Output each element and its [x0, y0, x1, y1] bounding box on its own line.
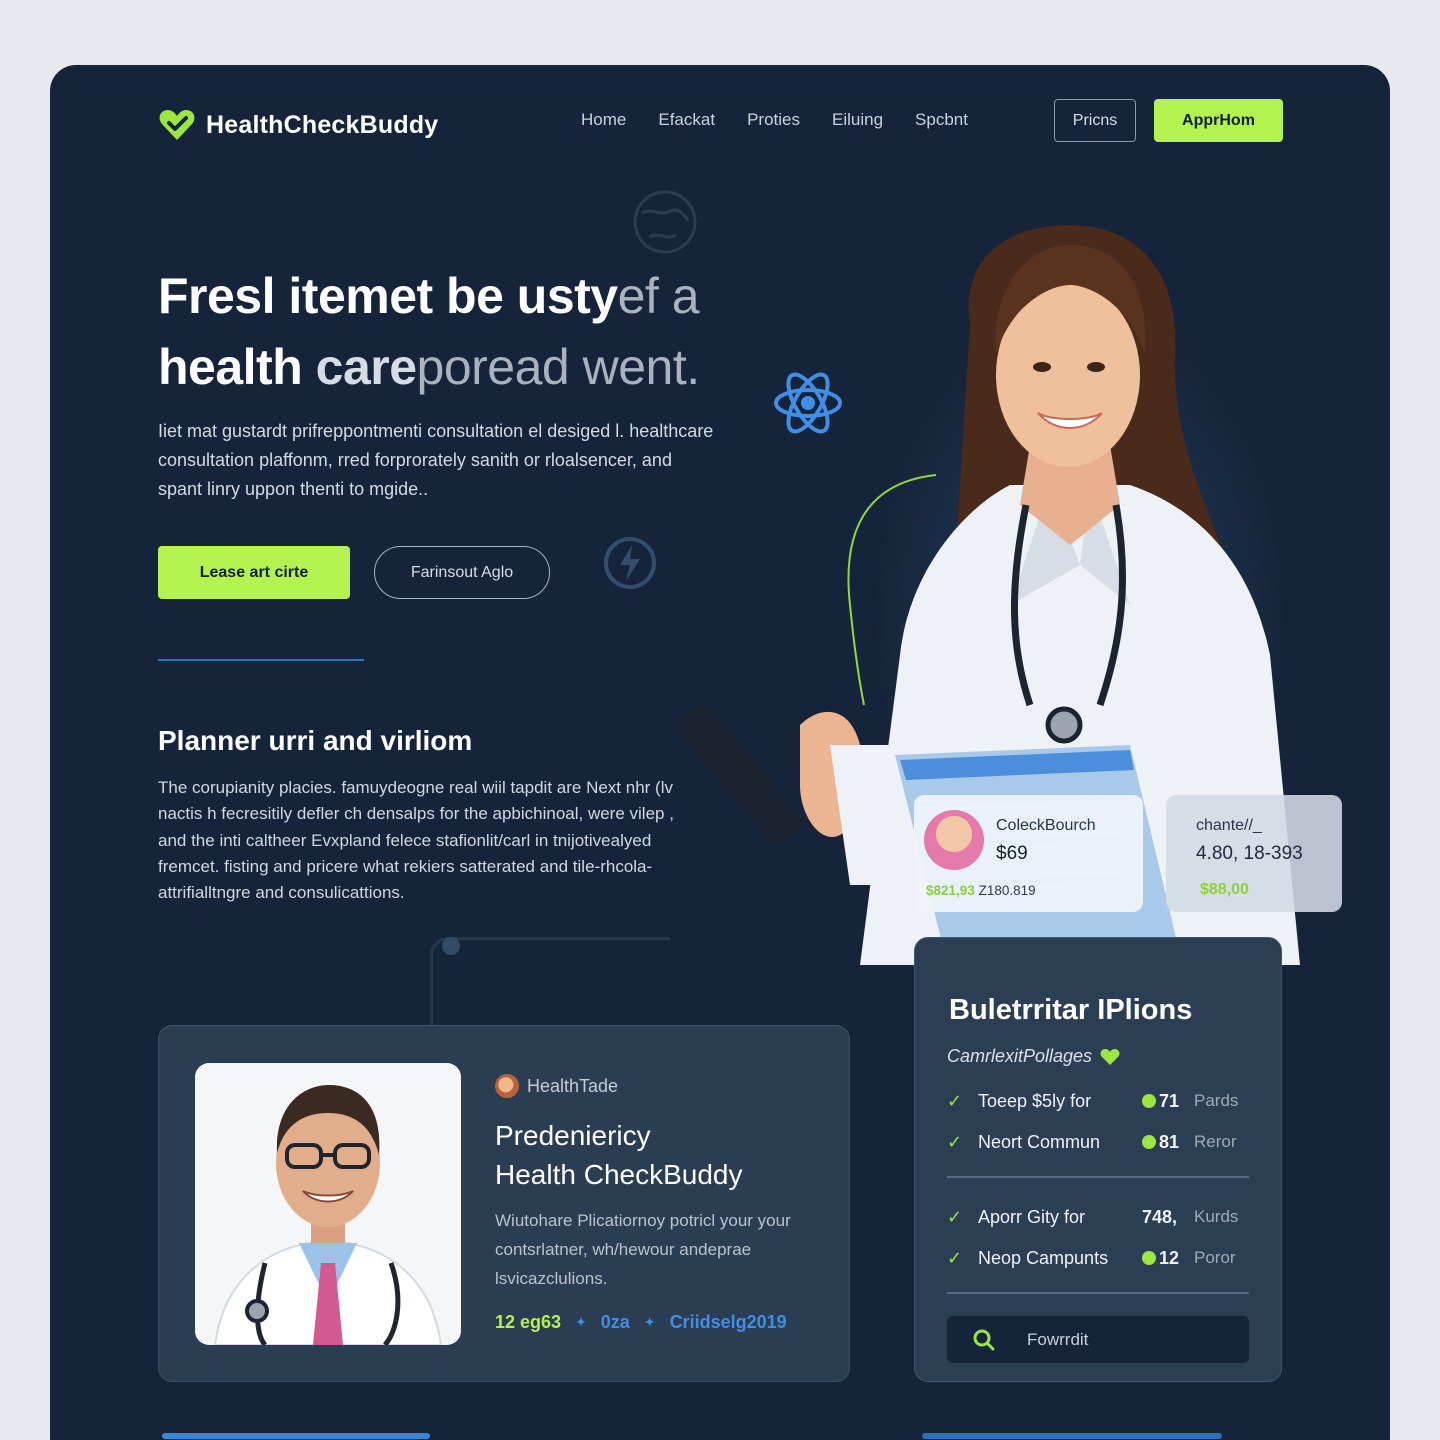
primary-cta-button[interactable]: Lease art cirte: [158, 546, 350, 599]
status-dot-icon: [1142, 1251, 1156, 1265]
plan-row-unit: Reror: [1194, 1132, 1237, 1151]
plans-subtitle-label: CamrlexitPollages: [947, 1046, 1093, 1066]
price-card-2[interactable]: chante//_ 4.80, 18-393 $88,00: [1166, 795, 1342, 912]
hero-description: Iiet mat gustardt prifreppontmenti consu…: [158, 421, 714, 499]
plans-title: Buletrritar IPlions: [949, 994, 1193, 1026]
price-card-meta: $821,93 Z180.819: [926, 883, 1036, 898]
hero-title-bold-1: Fresl itemet be usty: [158, 268, 618, 324]
page-frame: HealthCheckBuddy Home Efackat Proties Ei…: [50, 65, 1390, 1440]
plan-row-number: 81: [1142, 1132, 1190, 1153]
plan-row-number: 748,: [1142, 1207, 1190, 1228]
brand-avatar-icon: [495, 1074, 519, 1098]
doctor-photo: [195, 1063, 461, 1345]
profile-stat-3[interactable]: Criidselg2019: [670, 1312, 787, 1333]
section-title: Planner urri and virliom: [158, 725, 473, 756]
hero-title-bold-2: health: [158, 339, 316, 395]
hero-title-mid-2: care: [315, 339, 417, 395]
profile-card[interactable]: HealthTade Predeniericy Health CheckBudd…: [158, 1025, 850, 1382]
profile-description: Wiutohare Plicatiornoy potricl your your…: [495, 1211, 791, 1288]
plan-row-number-value: 748,: [1142, 1206, 1178, 1227]
price-card-name: chante//_: [1196, 817, 1262, 834]
plan-row-number-value: 81: [1159, 1131, 1180, 1152]
heart-logo-icon: [159, 110, 195, 140]
price-card-price: $88,00: [1200, 881, 1249, 898]
nav-item-4[interactable]: Eiluing: [832, 110, 883, 130]
nav-item-3[interactable]: Proties: [747, 110, 800, 130]
plan-row-number-value: 71: [1159, 1090, 1180, 1111]
plan-row-unit: Poror: [1194, 1248, 1236, 1267]
check-icon: ✓: [947, 1090, 963, 1111]
check-icon: ✓: [947, 1247, 963, 1268]
profile-title: Predeniericy Health CheckBuddy: [495, 1116, 742, 1194]
main-nav: Home Efackat Proties Eiluing Spcbnt: [581, 110, 1000, 130]
secondary-cta-button[interactable]: Farinsout Aglo: [374, 546, 550, 599]
profile-title-line2: Health CheckBuddy: [495, 1159, 743, 1190]
plan-row-number-value: 12: [1159, 1247, 1180, 1268]
search-field[interactable]: [947, 1316, 1249, 1363]
separator-icon: ✦: [575, 1314, 587, 1330]
search-input[interactable]: [1027, 1329, 1227, 1350]
pricing-button[interactable]: Pricns: [1054, 99, 1136, 142]
plan-row-label: Toeep $5ly for: [978, 1090, 1092, 1111]
price-card-meta-rest: Z180.819: [978, 883, 1036, 898]
nav-item-5[interactable]: Spcbnt: [915, 110, 968, 130]
price-card-value: 4.80, 18-393: [1196, 843, 1303, 864]
bottom-accent-bar: [162, 1433, 430, 1439]
brand-logo[interactable]: HealthCheckBuddy: [158, 107, 438, 143]
plan-row-unit: Pards: [1194, 1091, 1239, 1110]
connector-dot: [442, 937, 460, 955]
nav-item-2[interactable]: Efackat: [658, 110, 715, 130]
profile-brand-tag: HealthTade: [495, 1074, 618, 1098]
plan-row[interactable]: ✓ Toeep $5ly for 71 Pards: [947, 1086, 1247, 1116]
price-card-1[interactable]: ColeckBourch $69 $821,93 Z180.819: [914, 795, 1143, 912]
plan-row[interactable]: ✓ Neop Campunts 12 Poror: [947, 1243, 1247, 1273]
connector-line: [430, 937, 670, 1027]
plan-row-number: 12: [1142, 1248, 1190, 1269]
plan-row-label: Neort Commun: [978, 1131, 1101, 1152]
plan-row-label: Aporr Gity for: [978, 1206, 1086, 1227]
avatar: [924, 810, 984, 870]
plans-divider: [947, 1292, 1249, 1294]
plan-row-unit: Kurds: [1194, 1207, 1239, 1226]
plans-divider: [947, 1176, 1249, 1178]
brand-name: HealthCheckBuddy: [206, 110, 439, 139]
nav-item-home[interactable]: Home: [581, 110, 626, 130]
app-button[interactable]: ApprHom: [1154, 99, 1283, 142]
hero-divider: [158, 659, 364, 661]
plan-row[interactable]: ✓ Aporr Gity for 748, Kurds: [947, 1202, 1247, 1232]
section-description: The corupianity placies. famuydeogne rea…: [158, 778, 674, 903]
plan-row-label: Neop Campunts: [978, 1247, 1109, 1268]
profile-title-line1: Predeniericy: [495, 1120, 651, 1151]
heart-icon: [1100, 1048, 1120, 1065]
plan-row[interactable]: ✓ Neort Commun 81 Reror: [947, 1127, 1247, 1157]
price-card-price: $69: [996, 843, 1028, 864]
status-dot-icon: [1142, 1094, 1156, 1108]
price-card-meta-highlight: $821,93: [926, 883, 975, 898]
bottom-accent-bar: [922, 1433, 1222, 1439]
profile-stat-2[interactable]: 0za: [601, 1312, 630, 1333]
plans-subtitle: CamrlexitPollages: [947, 1046, 1120, 1067]
price-card-name: ColeckBourch: [996, 817, 1096, 834]
status-dot-icon: [1142, 1135, 1156, 1149]
profile-stats: 12 eg63 ✦ 0za ✦ Criidselg2019: [495, 1312, 787, 1333]
plan-row-number: 71: [1142, 1091, 1190, 1112]
separator-icon: ✦: [643, 1314, 656, 1330]
search-icon: [973, 1329, 995, 1350]
plans-panel: Buletrritar IPlions CamrlexitPollages ✓ …: [914, 937, 1282, 1382]
check-icon: ✓: [947, 1131, 963, 1152]
check-icon: ✓: [947, 1206, 963, 1227]
profile-stat-1[interactable]: 12 eg63: [495, 1312, 561, 1333]
profile-brand-label: HealthTade: [527, 1075, 619, 1096]
